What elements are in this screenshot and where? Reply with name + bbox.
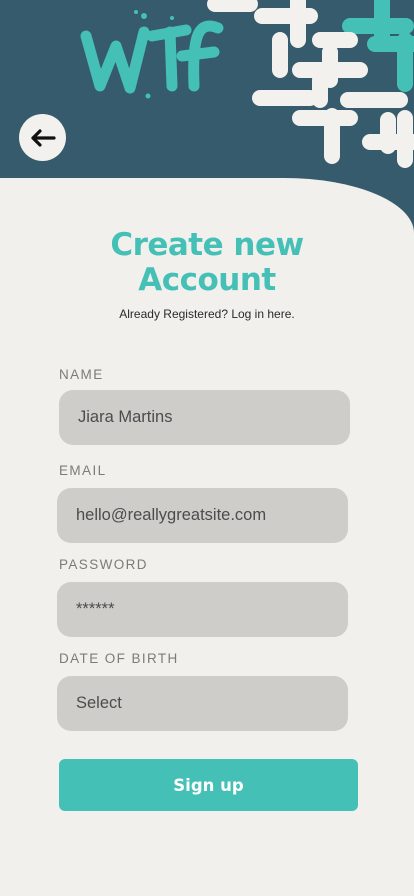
password-label: PASSWORD	[59, 557, 148, 572]
decorative-pattern	[207, 0, 414, 168]
email-label: EMAIL	[59, 463, 107, 478]
title-line-1: Create new	[110, 227, 304, 263]
login-link[interactable]: Already Registered? Log in here.	[0, 307, 414, 321]
name-label: NAME	[59, 367, 104, 382]
arrow-left-icon	[30, 128, 56, 147]
page-title: Create new Account	[0, 228, 414, 298]
back-button[interactable]	[19, 114, 66, 161]
title-line-2: Account	[138, 262, 276, 298]
password-input[interactable]: ******	[57, 582, 348, 637]
signup-button[interactable]: Sign up	[59, 759, 358, 811]
dob-select[interactable]: Select	[57, 676, 348, 731]
dob-label: DATE OF BIRTH	[59, 651, 179, 666]
name-input[interactable]: Jiara Martins	[59, 390, 350, 445]
email-input[interactable]: hello@reallygreatsite.com	[57, 488, 348, 543]
